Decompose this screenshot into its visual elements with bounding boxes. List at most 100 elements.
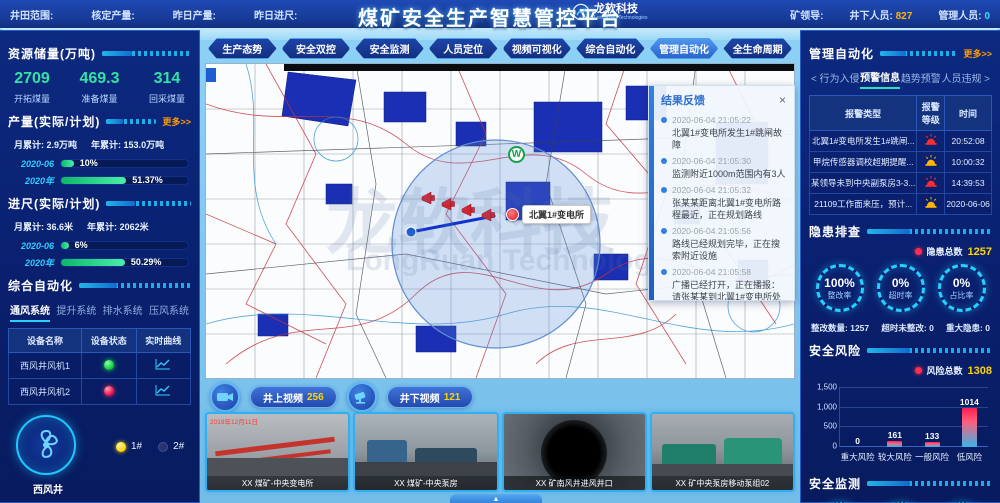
monitor-title: 安全监测 (809, 475, 861, 492)
underground-camera-icon[interactable] (347, 382, 377, 412)
mgmt-more-link[interactable]: 更多>> (963, 47, 992, 60)
bullet-dot (661, 228, 667, 234)
legend-fan-1: 1# (116, 441, 142, 452)
mgmt-automation-title: 管理自动化 (809, 45, 874, 62)
video-thumbnail[interactable]: XX 矿中央泵房移动泵组02 (650, 412, 795, 492)
fan-legend: 1# 2# (116, 441, 184, 452)
fan-icon[interactable] (16, 415, 76, 475)
field-yesterday-output: 昨日产量: (173, 7, 216, 22)
collapse-strip-button[interactable]: ▲ (450, 494, 542, 503)
output-title: 产量(实际/计划) (8, 113, 100, 130)
tab-warning-info[interactable]: 预警信息 (860, 69, 900, 89)
bullet-dot (661, 187, 667, 193)
left-panel: 资源储量(万吨) 2709开拓煤量 469.3准备煤量 314回采煤量 产量(实… (0, 30, 200, 503)
hazard-stats: 整改数量: 1257 超时未整改: 0 重大隐患: 0 (809, 322, 992, 334)
brand-logo: 龙软科技 LongRuan Technologies (572, 3, 648, 21)
video-thumbnail[interactable]: 2019年12月11日 XX 煤矿-中央变电所 (205, 412, 350, 492)
tab-behavior-intrusion[interactable]: 行为入侵 (820, 70, 860, 88)
nav-tab-integrated-automation[interactable]: 综合自动化 (576, 38, 645, 59)
field-mine-area: 井田范围: (10, 7, 53, 22)
dashboard-root: 井田范围: 核定产量: 昨日产量: 昨日进尺: 煤矿安全生产智慧管控平台 龙软科… (0, 0, 1000, 503)
close-icon[interactable]: × (779, 95, 786, 105)
nav-tab-safety-monitoring[interactable]: 安全监测 (355, 38, 424, 59)
tab-personnel-violation[interactable]: 人员违规 (941, 70, 981, 88)
alarm-table-header: 报警类型 报警等级 时间 (810, 96, 992, 131)
table-row[interactable]: 西风井风机1 (9, 353, 191, 379)
surface-camera-icon[interactable] (210, 382, 240, 412)
alarm-table: 报警类型 报警等级 时间 北翼1#变电所发生1#跳闸... 20:52:08 甲… (809, 95, 992, 215)
tabs-left-arrow-icon[interactable]: < (809, 74, 819, 85)
bar-major-risk: 0 重大风险 (841, 387, 875, 447)
video-thumbnail[interactable]: XX 矿南风井进风井口 (502, 412, 647, 492)
status-dot-green (104, 360, 114, 370)
header-fields: 井田范围: 核定产量: 昨日产量: 昨日进尺: (10, 7, 297, 22)
right-panel: 管理自动化 更多>> < 行为入侵 预警信息 趋势预警 人员违规 > 报警类型 … (800, 30, 1000, 503)
bullet-dot (661, 158, 667, 164)
feedback-entry: 2020-06-04 21:05:56 路线已经规划完毕，正在搜索附近设施 (649, 223, 794, 264)
feedback-entry: 2020-06-04 21:05:32 张某某距离北翼1#变电所路程最近，正在规… (649, 182, 794, 223)
feedback-title: 结果反馈 (661, 92, 705, 108)
output-more-link[interactable]: 更多>> (162, 115, 191, 128)
resource-title: 资源储量(万吨) (8, 45, 96, 62)
progress-track: 6% (60, 241, 189, 250)
curve-icon[interactable] (155, 384, 171, 397)
result-feedback-panel: 结果反馈 × 2020-06-04 21:05:22 北翼1#变电所发生1#跳闸… (648, 85, 795, 301)
table-row[interactable]: 北翼1#变电所发生1#跳闸... 20:52:08 (810, 131, 992, 152)
manager-count: 0 (984, 11, 990, 22)
output-bar-year: 2020年 51.37% (8, 170, 191, 187)
surface-video-button[interactable]: 井上视频256 (250, 386, 337, 408)
underground-video-button[interactable]: 井下视频121 (387, 386, 474, 408)
nav-tab-personnel-location[interactable]: 人员定位 (429, 38, 498, 59)
tab-drainage-system[interactable]: 排水系统 (103, 302, 143, 322)
nav-tab-production[interactable]: 生产态势 (208, 38, 277, 59)
footage-section-header: 进尺(实际/计划) (8, 195, 191, 212)
alarm-lamp-icon-yellow (924, 155, 938, 167)
tab-ventilation-system[interactable]: 通风系统 (10, 302, 50, 322)
field-yesterday-footage: 昨日进尺: (254, 7, 297, 22)
tab-trend-warning[interactable]: 趋势预警 (901, 70, 941, 88)
fan-label: 西风井 (16, 481, 80, 496)
alarm-lamp-icon-red (924, 176, 938, 188)
video-thumbnail[interactable]: XX 煤矿-中央泵房 (353, 412, 498, 492)
table-row[interactable]: 西风井风机2 (9, 379, 191, 405)
alert-badge-icon (506, 208, 519, 221)
substation-label[interactable]: 北翼1#变电所 (506, 205, 591, 224)
map-marker-w[interactable]: W (508, 146, 525, 163)
tab-hoisting-system[interactable]: 提升系统 (56, 302, 96, 322)
device-table: 设备名称 设备状态 实时曲线 西风井风机1 西风井风机2 (8, 328, 191, 405)
video-caption: XX 矿中央泵房移动泵组02 (652, 476, 793, 490)
automation-section-header: 综合自动化 (8, 277, 191, 294)
risk-total: 风险总数 1308 (809, 364, 992, 377)
progress-track: 51.37% (60, 176, 189, 185)
alarm-lamp-icon-yellow (924, 197, 938, 209)
table-row[interactable]: 某领导未到中央副泵房3-3... 14:39:53 (810, 173, 992, 194)
main-nav-tabs: 生产态势 安全双控 安全监测 人员定位 视频可视化 综合自动化 管理自动化 全生… (208, 38, 792, 59)
hazard-rings: 100%整改率 0%超时率 0%占比率 (809, 264, 992, 312)
curve-icon[interactable] (155, 358, 171, 371)
device-name: 西风井风机2 (9, 379, 82, 405)
top-header-bar: 井田范围: 核定产量: 昨日产量: 昨日进尺: 煤矿安全生产智慧管控平台 龙软科… (0, 0, 1000, 28)
map-toolbar-chip[interactable] (206, 68, 216, 82)
footage-title: 进尺(实际/计划) (8, 195, 100, 212)
surface-video-count: 256 (307, 392, 324, 403)
table-row[interactable]: 21109工作面来压，预计... 2020-06-06 (810, 194, 992, 215)
nav-tab-lifecycle[interactable]: 全生命周期 (723, 38, 792, 59)
mgmt-automation-header: 管理自动化 更多>> (809, 45, 992, 62)
feedback-accent-bar (649, 86, 654, 300)
logo-name: 龙软科技 (594, 4, 648, 15)
hazard-total-value: 1257 (968, 246, 992, 258)
footage-bar-month: 2020-06 6% (8, 235, 191, 252)
table-row[interactable]: 甲烷传感器调校超期提醒... 10:00:32 (810, 152, 992, 173)
nav-tab-video[interactable]: 视频可视化 (503, 38, 572, 59)
resource-stats: 2709开拓煤量 469.3准备煤量 314回采煤量 (8, 62, 191, 105)
tab-compressed-air-system[interactable]: 压风系统 (149, 302, 189, 322)
nav-tab-dual-control[interactable]: 安全双控 (282, 38, 351, 59)
stat-mining-coal: 314回采煤量 (149, 70, 185, 105)
footage-bar-year: 2020年 50.29% (8, 252, 191, 269)
automation-tabs: 通风系统 提升系统 排水系统 压风系统 (8, 294, 191, 322)
bar-greater-risk: 161 较大风险 (878, 387, 912, 447)
nav-tab-management-automation[interactable]: 管理自动化 (650, 38, 719, 59)
video-caption: XX 煤矿-中央变电所 (207, 476, 348, 490)
tabs-right-arrow-icon[interactable]: > (982, 74, 992, 85)
device-table-header: 设备名称 设备状态 实时曲线 (9, 329, 191, 353)
